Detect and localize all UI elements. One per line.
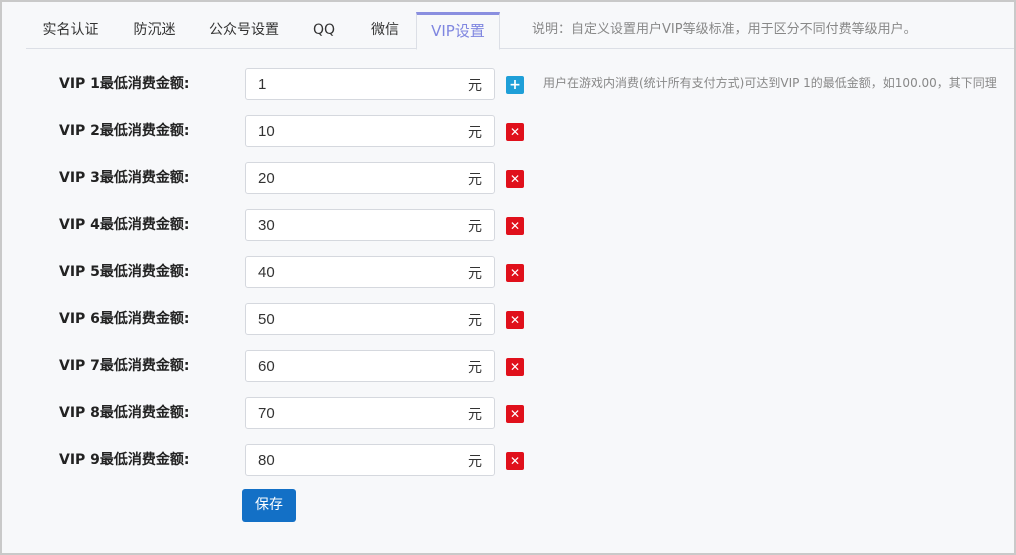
vip-hint-text: 用户在游戏内消费(统计所有支付方式)可达到VIP 1的最低金额，如100.00，… [543,76,997,90]
vip-level-row: VIP 8最低消费金额: 元 ✕ [0,397,1016,429]
vip-level-row: VIP 6最低消费金额: 元 ✕ [0,303,1016,335]
vip-level-label: VIP 7最低消费金额: [59,358,190,374]
vip-level-label: VIP 5最低消费金额: [59,264,190,280]
amount-field: 元 [245,397,495,429]
amount-field: 元 [245,444,495,476]
min-amount-input[interactable] [246,163,456,193]
amount-field: 元 [245,115,495,147]
amount-field: 元 [245,303,495,335]
vip-level-label: VIP 1最低消费金额: [59,76,190,92]
tab-bar: 实名认证 防沉迷 公众号设置 QQ 微信 VIP设置 说明：自定义设置用户VIP… [26,12,1014,50]
save-button[interactable]: 保存 [242,489,296,522]
min-amount-input[interactable] [246,445,456,475]
tab-description: 说明：自定义设置用户VIP等级标准，用于区分不同付费等级用户。 [532,22,917,37]
amount-field: 元 [245,256,495,288]
min-amount-input[interactable] [246,69,456,99]
currency-unit: 元 [468,266,482,282]
currency-unit: 元 [468,454,482,470]
min-amount-input[interactable] [246,351,456,381]
tab-realname-auth[interactable]: 实名认证 [26,12,115,49]
vip-level-row: VIP 1最低消费金额: 元 + 用户在游戏内消费(统计所有支付方式)可达到VIP 1… [0,68,1016,100]
vip-level-label: VIP 2最低消费金额: [59,123,190,139]
amount-field: 元 [245,209,495,241]
currency-unit: 元 [468,172,482,188]
amount-field: 元 [245,68,495,100]
amount-field: 元 [245,350,495,382]
vip-level-label: VIP 6最低消费金额: [59,311,190,327]
vip-level-row: VIP 5最低消费金额: 元 ✕ [0,256,1016,288]
currency-unit: 元 [468,78,482,94]
delete-level-button[interactable]: ✕ [506,123,524,141]
currency-unit: 元 [468,313,482,329]
min-amount-input[interactable] [246,304,456,334]
min-amount-input[interactable] [246,398,456,428]
min-amount-input[interactable] [246,116,456,146]
delete-level-button[interactable]: ✕ [506,264,524,282]
tab-official-account[interactable]: 公众号设置 [194,12,294,49]
currency-unit: 元 [468,360,482,376]
vip-level-label: VIP 3最低消费金额: [59,170,190,186]
vip-level-label: VIP 4最低消费金额: [59,217,190,233]
tab-vip-settings[interactable]: VIP设置 [416,12,500,50]
currency-unit: 元 [468,407,482,423]
min-amount-input[interactable] [246,257,456,287]
min-amount-input[interactable] [246,210,456,240]
tab-wechat[interactable]: 微信 [354,12,416,49]
currency-unit: 元 [468,125,482,141]
tab-qq[interactable]: QQ [294,12,354,49]
delete-level-button[interactable]: ✕ [506,217,524,235]
currency-unit: 元 [468,219,482,235]
vip-level-row: VIP 7最低消费金额: 元 ✕ [0,350,1016,382]
delete-level-button[interactable]: ✕ [506,358,524,376]
vip-level-row: VIP 9最低消费金额: 元 ✕ [0,444,1016,476]
amount-field: 元 [245,162,495,194]
tab-anti-addiction[interactable]: 防沉迷 [115,12,194,49]
add-level-button[interactable]: + [506,76,524,94]
vip-level-row: VIP 3最低消费金额: 元 ✕ [0,162,1016,194]
vip-level-label: VIP 9最低消费金额: [59,452,190,468]
delete-level-button[interactable]: ✕ [506,170,524,188]
delete-level-button[interactable]: ✕ [506,405,524,423]
delete-level-button[interactable]: ✕ [506,311,524,329]
vip-level-row: VIP 4最低消费金额: 元 ✕ [0,209,1016,241]
delete-level-button[interactable]: ✕ [506,452,524,470]
vip-level-label: VIP 8最低消费金额: [59,405,190,421]
vip-level-row: VIP 2最低消费金额: 元 ✕ [0,115,1016,147]
